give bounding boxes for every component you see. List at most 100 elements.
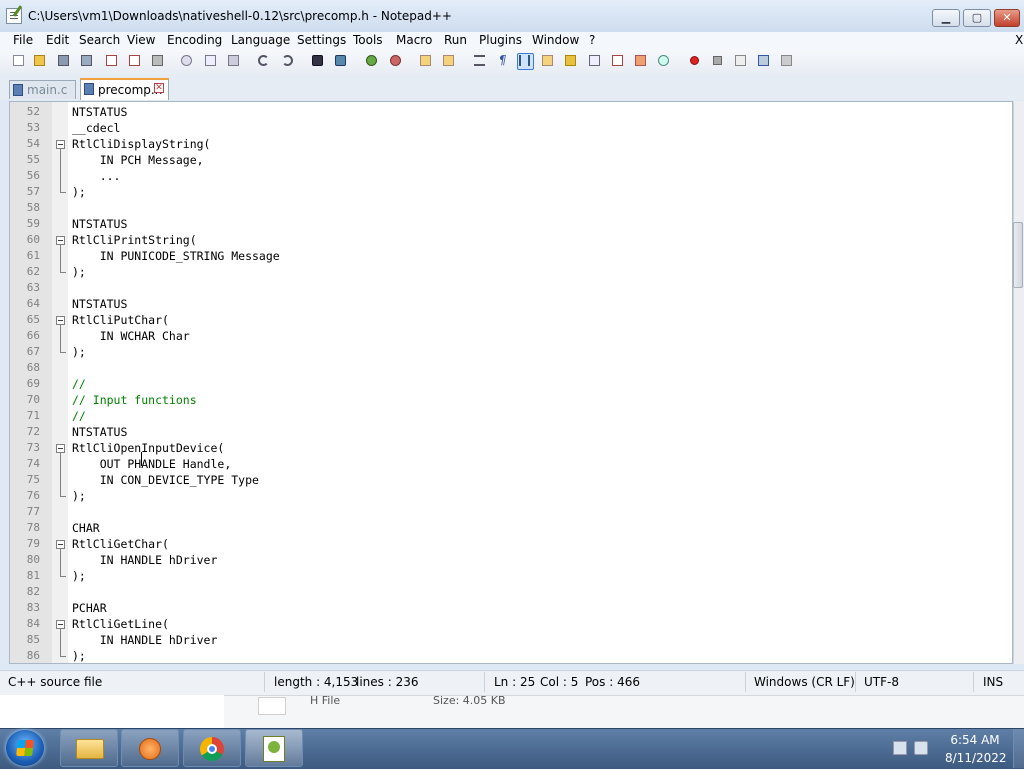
taskbar-notepadpp-button[interactable] [245,729,303,767]
undo-icon[interactable] [256,53,273,70]
network-icon[interactable] [893,741,907,755]
close-document-button[interactable]: X [1015,33,1023,47]
fold-end-marker [60,352,66,353]
background-window[interactable] [224,695,1024,729]
menu-macro[interactable]: Macro [396,33,432,47]
menu-run[interactable]: Run [444,33,467,47]
code-line: RtlCliOpenInputDevice( [72,441,225,455]
play-macro-icon[interactable] [733,53,750,70]
find-icon[interactable] [310,53,327,70]
line-number: 82 [26,585,40,598]
tab-main-c[interactable]: main.c [9,80,76,99]
menu-tools[interactable]: Tools [353,33,383,47]
fold-toggle-icon[interactable] [56,316,65,325]
menu-view[interactable]: View [127,33,155,47]
minimize-button[interactable]: ▁ [932,9,960,27]
code-line: ); [72,489,86,503]
monitoring-icon[interactable] [633,53,650,70]
zoom-out-icon[interactable] [388,53,405,70]
clock-date[interactable]: 8/11/2022 [945,751,1007,765]
menu-help[interactable]: ? [589,33,595,47]
save-macro-icon[interactable] [779,53,796,70]
fold-toggle-icon[interactable] [56,444,65,453]
eye-icon[interactable] [656,53,673,70]
taskbar-media-player-button[interactable] [121,729,179,767]
tab-precomp-h[interactable]: precomp.h ✕ [80,78,169,100]
line-number: 68 [26,361,40,374]
line-number: 60 [26,233,40,246]
code-line: RtlCliGetLine( [72,617,169,631]
cut-icon[interactable] [179,53,196,70]
new-file-icon[interactable] [11,53,28,70]
function-list-icon[interactable] [587,53,604,70]
user-lang-icon[interactable] [540,53,557,70]
line-number: 78 [26,521,40,534]
copy-icon[interactable] [203,53,220,70]
fold-toggle-icon[interactable] [56,140,65,149]
menu-language[interactable]: Language [231,33,290,47]
close-window-button[interactable]: ✕ [994,9,1020,27]
menu-plugins[interactable]: Plugins [479,33,522,47]
maximize-button[interactable]: ▢ [963,9,991,27]
save-all-icon[interactable] [79,53,96,70]
vertical-scrollbar[interactable] [1013,101,1024,664]
fold-toggle-icon[interactable] [56,540,65,549]
code-line: RtlCliPutChar( [72,313,169,327]
doc-map-icon[interactable] [563,53,580,70]
fold-toggle-icon[interactable] [56,236,65,245]
explorer-icon [76,739,104,759]
fold-toggle-icon[interactable] [56,620,65,629]
sync-horizontal-icon[interactable] [441,53,458,70]
line-number: 83 [26,601,40,614]
file-thumbnail-icon [258,697,286,715]
status-separator [745,672,746,692]
show-desktop-button[interactable] [1013,729,1024,768]
fold-guide [60,325,61,352]
close-icon[interactable] [104,53,121,70]
line-number: 72 [26,425,40,438]
line-number: 56 [26,169,40,182]
desktop-area [0,695,224,728]
fold-end-marker [60,496,66,497]
code-line: IN HANDLE hDriver [72,553,218,567]
taskbar-chrome-button[interactable] [183,729,241,767]
print-icon[interactable] [150,53,167,70]
scrollbar-thumb[interactable] [1013,222,1023,288]
taskbar-explorer-button[interactable] [60,729,118,767]
paste-icon[interactable] [226,53,243,70]
start-button-icon[interactable] [6,730,44,766]
line-number: 73 [26,441,40,454]
run-macro-multiple-icon[interactable] [756,53,773,70]
menu-encoding[interactable]: Encoding [167,33,222,47]
sync-vertical-icon[interactable] [418,53,435,70]
line-number: 85 [26,633,40,646]
menu-file[interactable]: File [13,33,33,47]
code-line: ); [72,265,86,279]
show-all-chars-icon[interactable]: ¶ [495,53,512,70]
redo-icon[interactable] [280,53,297,70]
menu-search[interactable]: Search [79,33,120,47]
code-line: NTSTATUS [72,105,128,119]
replace-icon[interactable] [333,53,350,70]
close-all-icon[interactable] [127,53,144,70]
menu-settings[interactable]: Settings [297,33,346,47]
record-macro-icon[interactable] [687,53,704,70]
menu-window[interactable]: Window [532,33,579,47]
code-editor[interactable]: 52 NTSTATUS 53 __cdecl 54 RtlCliDisplayString… [9,101,1013,664]
save-icon[interactable] [56,53,73,70]
stop-record-icon[interactable] [710,53,727,70]
line-number: 53 [26,121,40,134]
clock-time[interactable]: 6:54 AM [947,733,1003,747]
open-file-icon[interactable] [32,53,49,70]
indent-guide-icon[interactable] [517,53,534,70]
notepadpp-app-icon[interactable] [6,8,22,24]
volume-icon[interactable] [914,741,928,755]
zoom-in-icon[interactable] [364,53,381,70]
folder-workspace-icon[interactable] [610,53,627,70]
menu-edit[interactable]: Edit [46,33,69,47]
word-wrap-icon[interactable] [472,53,489,70]
code-line: IN PUNICODE_STRING Message [72,249,280,263]
tab-close-icon[interactable]: ✕ [154,83,164,93]
line-number: 66 [26,329,40,342]
line-number: 59 [26,217,40,230]
